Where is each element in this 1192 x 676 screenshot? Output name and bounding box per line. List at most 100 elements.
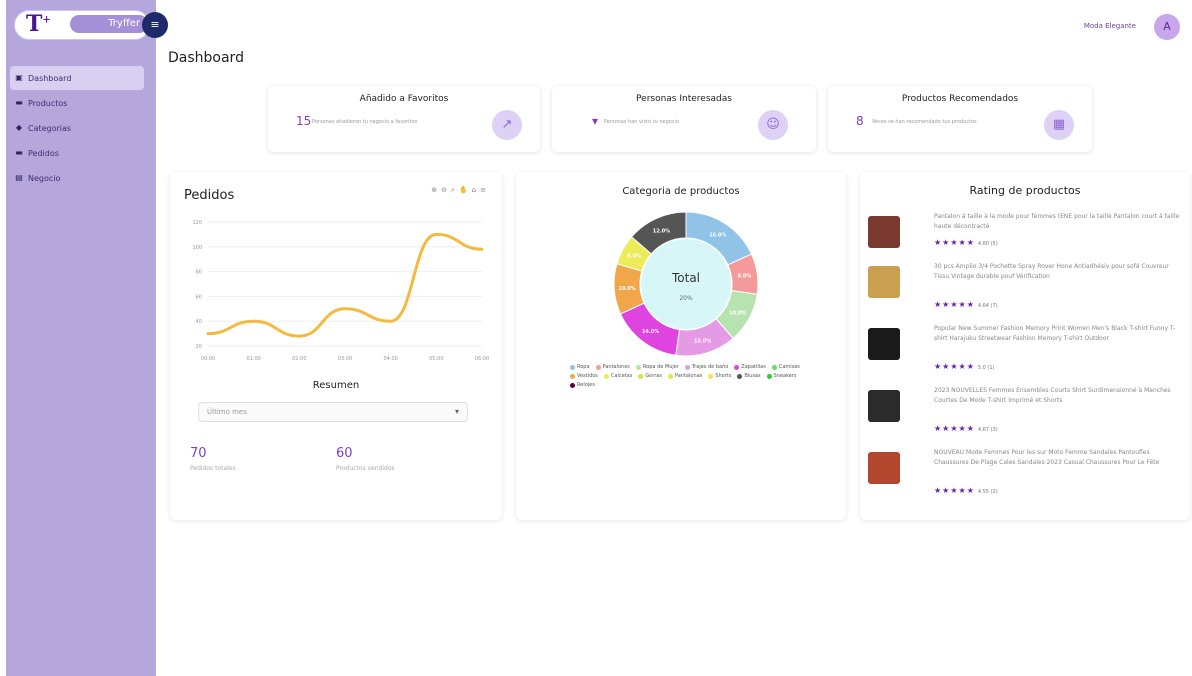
orders-panel: Pedidos ⊕ ⊖ ⌕ ✋ ⌂ ≡ 20 40 60 80 100 120 00:00 0…	[170, 172, 502, 520]
metric-productos-vendidos: 60 Productos vendidos	[336, 446, 395, 472]
legend-item[interactable]: Calcetas	[603, 373, 633, 379]
legend-item[interactable]: Camisas	[771, 364, 800, 370]
slice-label: 6.0%	[627, 254, 641, 260]
legend-label: Camisas	[778, 364, 800, 370]
slice-label: 12.0%	[653, 228, 670, 234]
orders-line-chart: 20 40 60 80 100 120 00:00 01:00 02:00 03:00 04:00 0…	[192, 220, 489, 362]
brand-logo[interactable]: T+	[26, 11, 51, 37]
legend-item[interactable]: Shorts	[708, 373, 731, 379]
legend-item[interactable]: Ropa	[570, 364, 590, 370]
slice-label: 12.0%	[694, 339, 711, 345]
rating-stars: ★★★★★ 4.67 (3)	[934, 424, 998, 433]
legend-label: Calcetas	[610, 373, 633, 379]
sidebar-item-label: Dashboard	[28, 73, 72, 83]
categories-legend: Ropa Pantalones Ropa de Mujer Trajes de bañ…	[570, 364, 800, 388]
star-icons: ★★★★★	[934, 486, 975, 495]
legend-dot	[737, 373, 743, 379]
rating-score: 4.64 (7)	[977, 303, 998, 309]
metric-pedidos-totales: 70 Pedidos totales	[190, 446, 236, 472]
legend-item[interactable]: Pantalones	[595, 364, 630, 370]
stat-subtitle: Personas han visto tu negocio	[604, 119, 680, 125]
sidebar-item-negocio[interactable]: ▤ Negocio	[10, 166, 144, 190]
categories-panel: Categoria de productos 16.0% 8.0% 10.0% 12.…	[516, 172, 846, 520]
avatar[interactable]: A	[1154, 14, 1180, 40]
rating-item[interactable]: 30 pcs Amplio 3/4 Pochette Spray Rover H…	[866, 262, 1186, 322]
legend-dot	[684, 364, 690, 370]
legend-item[interactable]: Blusas	[737, 373, 761, 379]
rating-score: 4.67 (3)	[977, 427, 998, 433]
donut-center-value: 20%	[679, 295, 693, 302]
legend-item[interactable]: Relojes	[570, 382, 595, 388]
brand: T+ Tryffer ≡	[14, 8, 168, 42]
sidebar-item-label: Productos	[28, 98, 68, 108]
sidebar-item-categorias[interactable]: ◆ Categorias	[10, 116, 144, 140]
legend-dot	[595, 364, 601, 370]
rating-item[interactable]: 2023 NOUVELLES Femmes Ensembles Courts S…	[866, 386, 1186, 446]
pan-icon[interactable]: ✋	[459, 186, 468, 195]
legend-dot	[570, 373, 575, 379]
legend-dot	[771, 364, 777, 370]
legend-label: Trajes de baño	[691, 364, 729, 370]
legend-item[interactable]: Vestidos	[570, 373, 598, 379]
x-tick-label: 00:00	[201, 356, 215, 362]
stat-card-favoritos: Añadido a Favoritos 15 Personas añadiero…	[268, 86, 540, 152]
legend-dot	[570, 364, 575, 370]
stat-subtitle: Veces se han recomendado tus productos	[872, 119, 977, 125]
star-icons: ★★★★★	[934, 300, 975, 309]
product-thumbnail	[868, 452, 900, 484]
product-name: Popular New Summer Fashion Memory Print …	[934, 325, 1176, 342]
legend-dot	[638, 373, 644, 379]
x-tick-label: 01:00	[246, 356, 260, 362]
rating-score: 5.0 (1)	[977, 365, 995, 371]
x-tick-label: 04:00	[383, 356, 397, 362]
stat-title: Productos Recomendados	[901, 94, 1019, 104]
x-tick-label: 02:00	[292, 356, 306, 362]
legend-item[interactable]: Gorras	[638, 373, 662, 379]
rating-item[interactable]: NOUVEAU Mode Femmes Pour les sur Moto Fe…	[866, 448, 1186, 508]
legend-label: Relojes	[577, 382, 595, 388]
user-name[interactable]: Moda Elegante	[1084, 22, 1136, 30]
slice-label: 10.0%	[729, 310, 746, 316]
slice-label: 14.0%	[642, 329, 659, 335]
legend-label: Sneakers	[773, 373, 797, 379]
rating-score: 4.55 (2)	[977, 489, 998, 495]
product-name: Pantalon á taille à la mode pour femmes …	[934, 213, 1180, 230]
legend-item[interactable]: Ropa de Mujer	[635, 364, 679, 370]
categories-title: Categoria de productos	[622, 186, 740, 197]
sidebar-item-label: Pedidos	[28, 148, 59, 158]
zoom-out-icon[interactable]: ⊖	[441, 186, 447, 195]
legend-item[interactable]: Pantalonas	[667, 373, 703, 379]
y-tick-label: 120	[192, 220, 202, 226]
page-title: Dashboard	[168, 50, 244, 66]
brand-name: Tryffer	[70, 15, 148, 33]
sidebar-item-productos[interactable]: ▬ Productos	[10, 91, 144, 115]
chevron-down-icon: ▾	[454, 407, 459, 416]
legend-item[interactable]: Trajes de baño	[684, 364, 729, 370]
y-tick-label: 80	[196, 270, 202, 276]
legend-item[interactable]: Zapatillas	[734, 364, 766, 370]
ratings-title: Rating de productos	[969, 184, 1081, 197]
zoom-in-icon[interactable]: ⊕	[431, 186, 437, 195]
stat-card-recomendados: Productos Recomendados 8 Veces se han re…	[828, 86, 1092, 152]
home-icon[interactable]: ⌂	[472, 186, 476, 195]
legend-dot	[635, 364, 641, 370]
rating-item[interactable]: Popular New Summer Fashion Memory Print …	[866, 324, 1186, 384]
legend-item[interactable]: Sneakers	[766, 373, 797, 379]
period-select[interactable]: Último mes ▾	[198, 402, 468, 422]
legend-label: Pantalones	[602, 364, 630, 370]
metric-label: Pedidos totales	[190, 465, 236, 472]
product-thumbnail	[868, 266, 900, 298]
menu-toggle-button[interactable]: ≡	[142, 12, 168, 38]
sidebar-item-dashboard[interactable]: ▣ Dashboard	[10, 66, 144, 90]
legend-label: Pantalonas	[674, 373, 703, 379]
menu-icon[interactable]: ≡	[480, 186, 486, 195]
legend-dot	[734, 364, 740, 370]
legend-label: Shorts	[715, 373, 732, 379]
x-tick-label: 03:00	[338, 356, 352, 362]
products-icon: ▬	[15, 98, 23, 107]
search-zoom-icon[interactable]: ⌕	[451, 186, 455, 195]
legend-label: Ropa	[577, 364, 590, 370]
y-tick-label: 20	[196, 344, 202, 350]
y-tick-label: 100	[192, 245, 202, 251]
sidebar-item-pedidos[interactable]: ▬ Pedidos	[10, 141, 144, 165]
